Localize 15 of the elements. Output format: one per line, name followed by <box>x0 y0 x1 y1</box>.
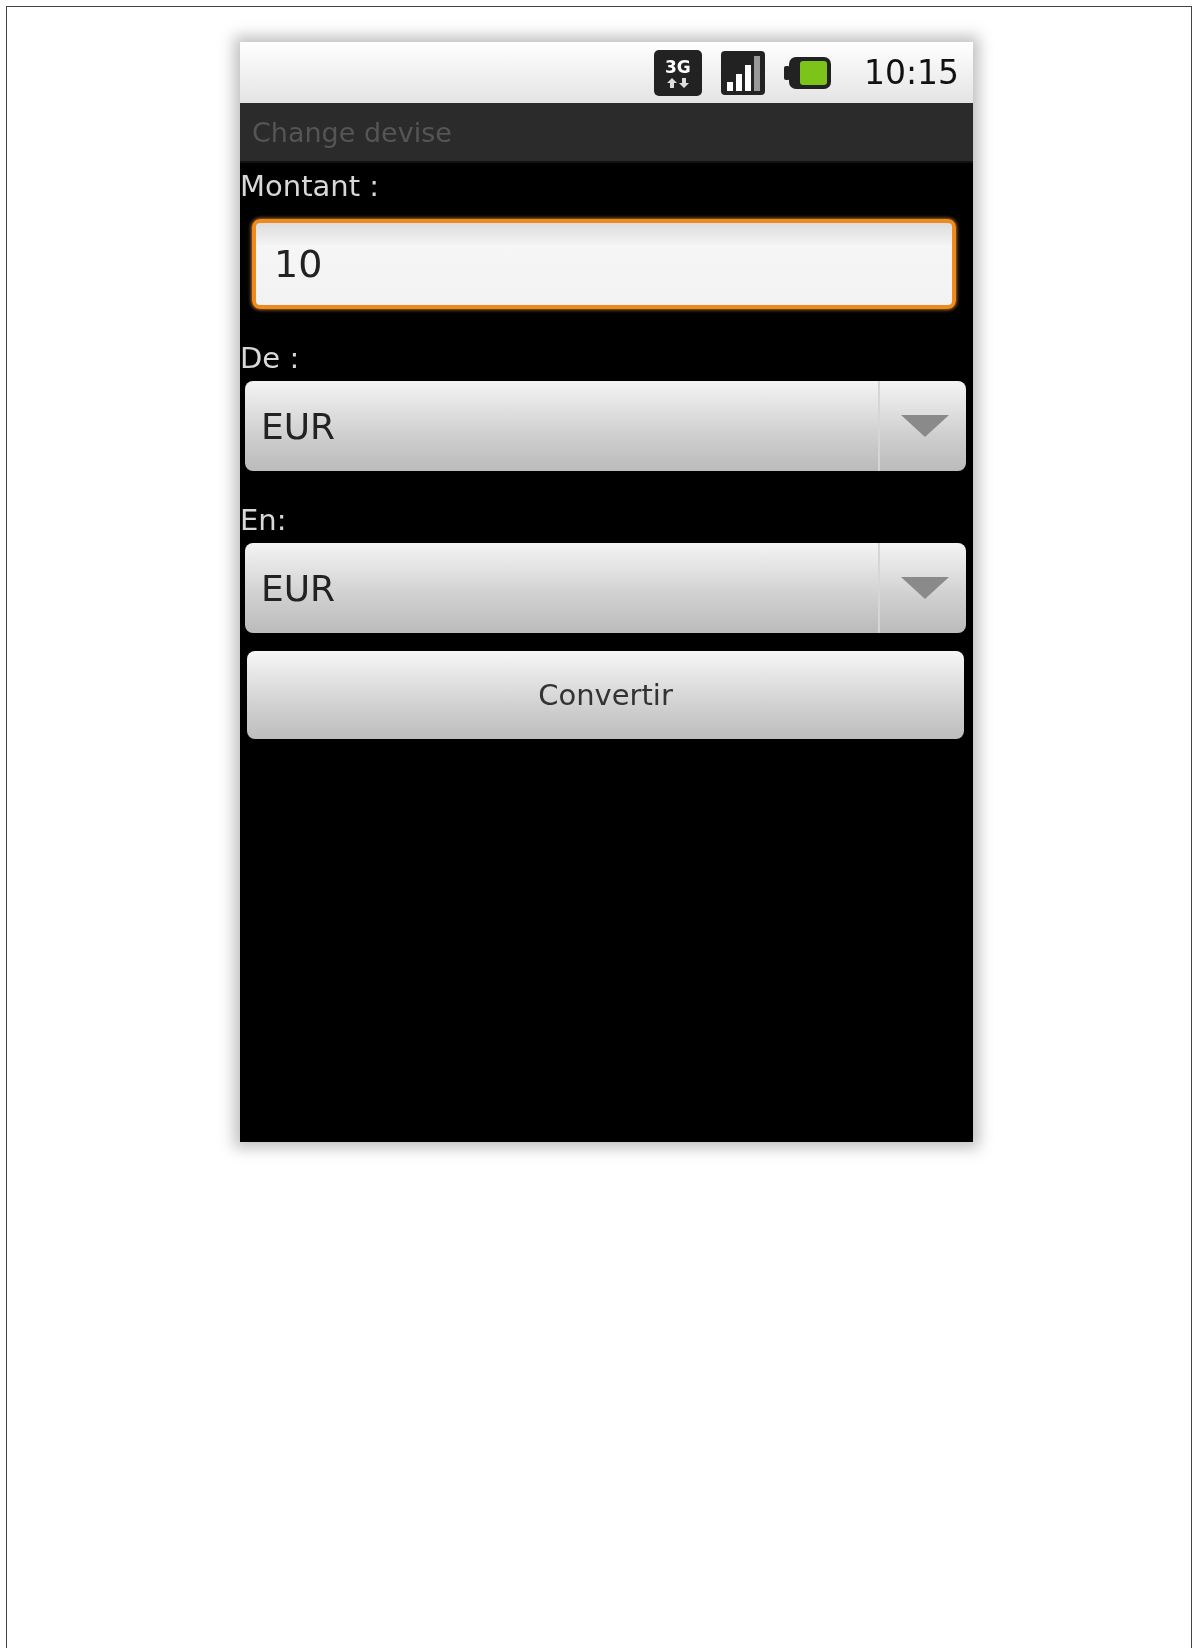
clock-time: 10:15 <box>863 53 959 92</box>
currency-dropdown[interactable]: EUR <box>245 543 966 633</box>
currency-value: EUR <box>260 567 337 609</box>
amount-label: Montant : <box>240 169 380 203</box>
currency-label: En: <box>240 503 287 537</box>
currency-value: EUR <box>260 405 337 447</box>
battery-icon <box>783 55 832 90</box>
amount-field[interactable]: 10 <box>252 219 956 309</box>
caret-icon <box>901 415 949 437</box>
currency-dropdown[interactable]: EUR <box>245 381 966 471</box>
signal-icon <box>719 49 766 96</box>
network-type-label: 3G <box>665 56 691 77</box>
caret-icon <box>901 577 949 599</box>
currency-label: De : <box>240 341 300 375</box>
convert-button[interactable]: Convertir <box>247 651 964 739</box>
